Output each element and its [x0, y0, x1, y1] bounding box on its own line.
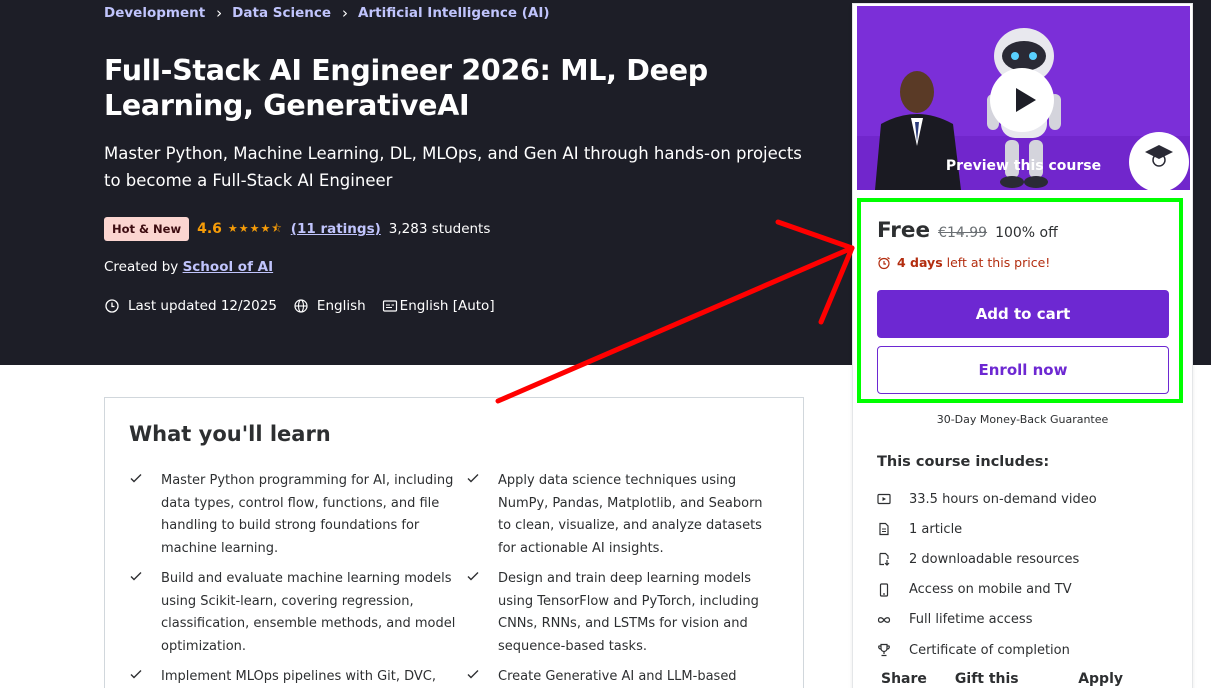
current-price: Free	[877, 218, 931, 243]
learn-item: Master Python programming for AI, includ…	[129, 470, 466, 560]
check-icon	[466, 666, 498, 688]
check-icon	[466, 568, 498, 658]
apply-coupon-button[interactable]: Apply Coupon	[1078, 671, 1164, 688]
alert-clock-icon	[105, 299, 119, 313]
enroll-now-button[interactable]: Enroll now	[877, 346, 1169, 394]
chevron-right-icon: ›	[342, 4, 349, 22]
includes-list: 33.5 hours on-demand video 1 article 2 d…	[877, 484, 1097, 665]
check-icon	[129, 666, 161, 688]
play-icon[interactable]	[990, 68, 1054, 132]
discount-label: 100% off	[995, 225, 1058, 241]
download-file-icon	[877, 552, 909, 567]
author-link[interactable]: School of AI	[183, 259, 274, 275]
star-rating-icon: ★★★★⯪	[227, 221, 283, 235]
breadcrumb: Development › Data Science › Artificial …	[104, 4, 550, 22]
captions-language: English [Auto]	[399, 298, 495, 314]
breadcrumb-data-science[interactable]: Data Science	[232, 5, 331, 21]
includes-title: This course includes:	[877, 454, 1050, 470]
captions-icon	[382, 300, 397, 312]
course-preview[interactable]: Preview this course	[857, 6, 1190, 190]
learn-item-text: Implement MLOps pipelines with Git, DVC,	[161, 669, 436, 684]
learn-list: Master Python programming for AI, includ…	[129, 470, 779, 688]
course-title: Full-Stack AI Engineer 2026: ML, Deep Le…	[104, 54, 708, 122]
countdown-days: 4 days	[897, 255, 943, 270]
purchase-sidebar: Preview this course Free €14.99 100% off…	[852, 3, 1193, 688]
preview-label: Preview this course	[945, 158, 1102, 174]
include-text: 33.5 hours on-demand video	[909, 491, 1097, 507]
article-icon	[877, 522, 909, 536]
course-meta: Last updated 12/2025 English English [Au…	[104, 296, 495, 316]
mobile-icon	[877, 583, 909, 597]
learn-item: Build and evaluate machine learning mode…	[129, 568, 466, 658]
countdown-text: left at this price!	[946, 255, 1051, 270]
chevron-right-icon: ›	[216, 4, 223, 22]
include-item: Access on mobile and TV	[877, 575, 1097, 605]
language: English	[316, 298, 366, 314]
learn-item-text: Master Python programming for AI, includ…	[161, 473, 454, 556]
include-text: Full lifetime access	[909, 612, 1033, 628]
what-you-learn-box: What you'll learn Master Python programm…	[104, 397, 804, 688]
check-icon	[129, 568, 161, 658]
learn-item-text: Create Generative AI and LLM-based	[498, 669, 737, 684]
trophy-icon	[877, 643, 909, 657]
created-by: Created by School of AI	[104, 259, 273, 275]
rating-row: Hot & New 4.6 ★★★★⯪ (11 ratings) 3,283 s…	[104, 217, 490, 241]
infinity-icon	[877, 613, 909, 627]
rating-value: 4.6	[197, 221, 222, 237]
learn-item-text: Design and train deep learning models us…	[498, 571, 759, 654]
what-you-learn-title: What you'll learn	[129, 422, 331, 446]
learn-item-text: Apply data science techniques using NumP…	[498, 473, 763, 556]
include-item: 2 downloadable resources	[877, 544, 1097, 574]
hot-new-badge: Hot & New	[104, 217, 190, 241]
learn-item: Create Generative AI and LLM-based	[466, 666, 779, 688]
include-text: Access on mobile and TV	[909, 582, 1072, 598]
include-text: Certificate of completion	[909, 642, 1070, 658]
alarm-clock-icon	[878, 256, 890, 269]
price-countdown: 4 days left at this price!	[877, 255, 1050, 270]
breadcrumb-development[interactable]: Development	[104, 5, 205, 21]
learn-item-text: Build and evaluate machine learning mode…	[161, 571, 456, 654]
include-item: 1 article	[877, 514, 1097, 544]
course-subtitle: Master Python, Machine Learning, DL, MLO…	[104, 144, 802, 190]
learn-item: Implement MLOps pipelines with Git, DVC,	[129, 666, 466, 688]
learn-item: Apply data science techniques using NumP…	[466, 470, 779, 560]
include-text: 1 article	[909, 521, 963, 537]
share-button[interactable]: Share	[881, 671, 927, 688]
gift-course-button[interactable]: Gift this course	[955, 671, 1050, 688]
video-icon	[877, 492, 909, 506]
check-icon	[129, 470, 161, 560]
last-updated: Last updated 12/2025	[128, 298, 277, 314]
original-price: €14.99	[938, 225, 988, 241]
globe-icon	[294, 299, 308, 313]
check-icon	[466, 470, 498, 560]
include-item: Full lifetime access	[877, 605, 1097, 635]
include-item: 33.5 hours on-demand video	[877, 484, 1097, 514]
include-text: 2 downloadable resources	[909, 551, 1080, 567]
ratings-count-link[interactable]: (11 ratings)	[291, 221, 381, 237]
money-back-guarantee: 30-Day Money-Back Guarantee	[936, 413, 1109, 426]
add-to-cart-button[interactable]: Add to cart	[877, 290, 1169, 338]
learn-item: Design and train deep learning models us…	[466, 568, 779, 658]
students-count: 3,283 students	[388, 221, 491, 237]
course-actions: Share Gift this course Apply Coupon	[881, 671, 1192, 688]
breadcrumb-ai[interactable]: Artificial Intelligence (AI)	[358, 5, 550, 21]
created-by-label: Created by	[104, 259, 179, 275]
include-item: Certificate of completion	[877, 635, 1097, 665]
price-row: Free €14.99 100% off	[877, 218, 1058, 243]
